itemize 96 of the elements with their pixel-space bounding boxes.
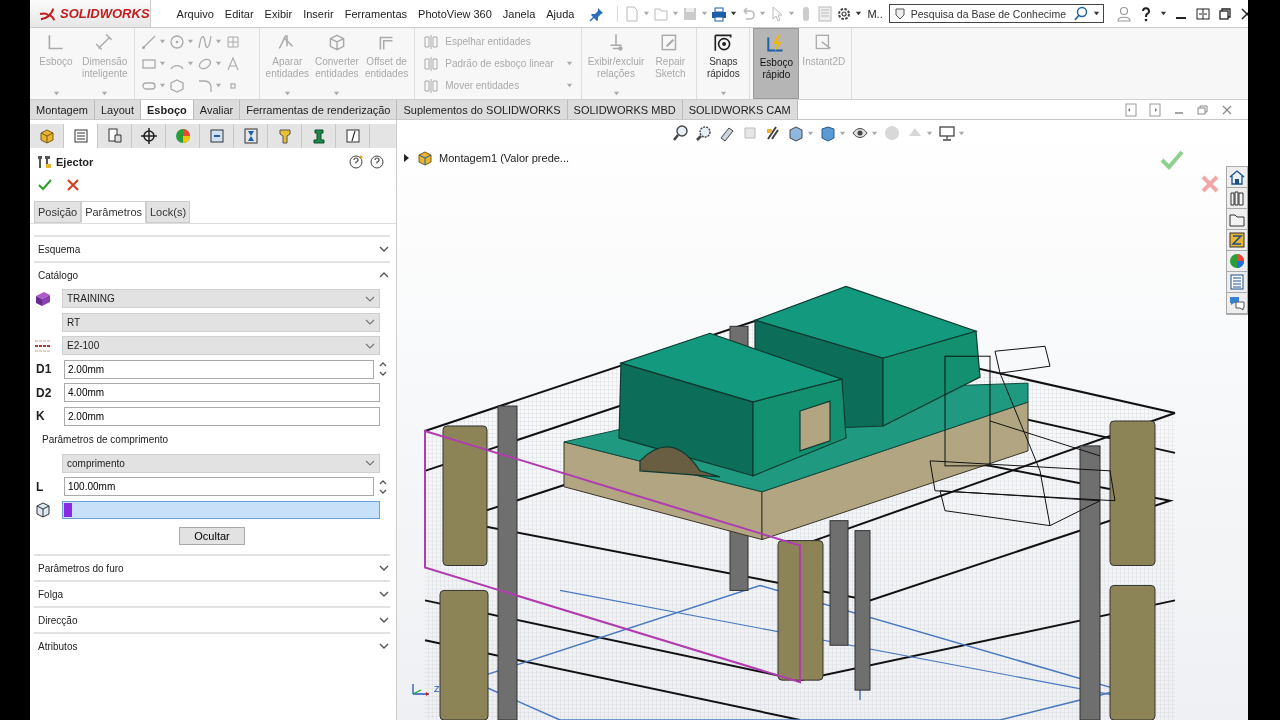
menu-item[interactable]: PhotoView 360 <box>418 7 492 20</box>
polygon-icon[interactable] <box>168 77 185 94</box>
ds-logo-icon <box>38 5 58 22</box>
ribbon-button[interactable]: Snaps rápidos <box>700 28 747 99</box>
expand-caret-icon[interactable] <box>401 153 411 163</box>
chat-bubbles-icon[interactable] <box>1228 294 1246 312</box>
search-field[interactable]: Pesquisa da Base de Conhecime <box>888 4 1104 23</box>
dimension-field[interactable]: 4.00mm <box>64 383 380 403</box>
selection-field[interactable] <box>62 501 380 520</box>
crosshair-icon[interactable] <box>139 127 158 145</box>
snap-target-icon <box>712 32 735 54</box>
menu-item[interactable]: Ajuda <box>546 7 575 20</box>
text-tool-icon[interactable] <box>224 55 241 72</box>
dimension-field[interactable]: 2.00mm <box>64 359 374 379</box>
ok-check-icon[interactable] <box>38 178 52 192</box>
section-title[interactable]: Parâmetros do furo <box>38 562 124 574</box>
hide-button[interactable]: Ocultar <box>179 527 245 545</box>
assembly-icon[interactable] <box>37 127 56 145</box>
dimension-label: L <box>35 479 45 494</box>
dimension-label: D2 <box>35 385 53 400</box>
view-orientation-icon[interactable] <box>787 124 805 142</box>
menu-item[interactable]: Exibir <box>264 7 293 20</box>
grid-icon[interactable] <box>224 33 241 50</box>
logo-text: SOLIDWORKS <box>60 6 150 21</box>
menu-item[interactable]: Arquivo <box>176 7 214 20</box>
save-icon[interactable] <box>682 5 699 22</box>
menu-item[interactable]: Ferramentas <box>344 7 408 20</box>
tree-item[interactable]: Montagem1 (Valor prede... <box>439 152 570 164</box>
hourglass-icon[interactable] <box>241 127 260 145</box>
books-icon[interactable] <box>1228 189 1246 207</box>
document-icon[interactable] <box>207 127 226 145</box>
section-title[interactable]: Folga <box>38 588 63 600</box>
circle-icon[interactable] <box>168 33 185 50</box>
caret-icon[interactable] <box>1092 10 1100 17</box>
settings-icon[interactable] <box>836 5 853 22</box>
zoom-area-icon[interactable] <box>695 124 713 142</box>
zoom-fit-icon[interactable] <box>672 124 690 142</box>
ejector-pin-icon <box>36 154 52 170</box>
spline-icon[interactable] <box>196 33 213 50</box>
cancel-x-icon[interactable] <box>66 178 80 192</box>
dimension-label: D1 <box>35 362 53 377</box>
sketch-tool-icon <box>423 55 440 72</box>
assembly-icon <box>417 150 433 166</box>
sketch-tool-icon <box>423 33 440 50</box>
menu-item[interactable]: Janela <box>502 7 536 20</box>
dropdown[interactable]: comprimento <box>62 453 380 473</box>
panel-tab[interactable]: Posição <box>34 201 82 223</box>
section-title[interactable]: Catálogo <box>38 269 79 281</box>
toolbar-overflow-label[interactable]: M.. <box>867 7 883 20</box>
ok-check-icon[interactable] <box>1160 150 1184 170</box>
dimension-field[interactable]: 100.00mm <box>64 477 374 497</box>
panel-title: Ejector <box>56 156 94 168</box>
panel-tab[interactable]: Lock(s) <box>146 201 191 223</box>
open-folder-icon[interactable] <box>653 5 670 22</box>
caret-icon[interactable] <box>730 10 738 17</box>
caret-icon[interactable] <box>1159 10 1167 17</box>
caret-icon[interactable] <box>855 10 863 17</box>
axis-label: Z <box>434 684 440 694</box>
dimension-label: K <box>35 409 46 424</box>
user-icon[interactable] <box>1115 5 1132 22</box>
print-icon[interactable] <box>711 5 728 22</box>
sketch-tool-icon <box>423 77 440 94</box>
pin-icon[interactable] <box>589 5 606 22</box>
new-document-icon[interactable] <box>624 5 641 22</box>
home-icon[interactable] <box>1228 168 1246 186</box>
display-style-icon[interactable] <box>819 124 837 142</box>
dynamic-annotation-icon[interactable] <box>764 124 782 142</box>
command-tab[interactable]: Esboço <box>141 100 194 119</box>
section-title[interactable]: Atributos <box>38 640 78 652</box>
monitor-icon[interactable] <box>938 124 956 142</box>
book-icon <box>34 289 52 308</box>
configuration-icon[interactable] <box>105 127 124 145</box>
group-label: Parâmetros de comprimento <box>41 434 169 446</box>
menu-item[interactable]: Inserir <box>303 7 334 20</box>
dimension-field[interactable]: 2.00mm <box>64 406 380 426</box>
cancel-x-icon[interactable] <box>1200 174 1220 194</box>
restore-icon[interactable] <box>1216 5 1233 22</box>
dropdown[interactable]: RT <box>62 312 380 332</box>
dropdown[interactable]: TRAINING <box>62 289 380 309</box>
dropdown[interactable]: E2-100 <box>62 336 380 356</box>
ribbon-button[interactable]: Esboço rápido <box>753 28 800 99</box>
fillet-icon[interactable] <box>196 77 213 94</box>
section-title[interactable]: Esquema <box>38 243 81 255</box>
line-icon[interactable] <box>140 33 157 50</box>
panel-tab[interactable]: Parâmetros <box>81 201 146 223</box>
property-list-icon[interactable] <box>71 127 90 145</box>
dock-right-icon[interactable] <box>1148 102 1162 117</box>
section-title[interactable]: Direcção <box>38 614 78 626</box>
list-icon[interactable] <box>1228 273 1246 291</box>
search-icon[interactable] <box>1072 5 1089 22</box>
shield-icon <box>892 6 907 21</box>
component-icon <box>34 501 52 520</box>
formula-icon[interactable] <box>343 127 362 145</box>
menu-item[interactable]: Editar <box>224 7 254 20</box>
tile-windows-icon[interactable] <box>1194 5 1211 22</box>
dock-left-icon[interactable] <box>1124 102 1138 117</box>
